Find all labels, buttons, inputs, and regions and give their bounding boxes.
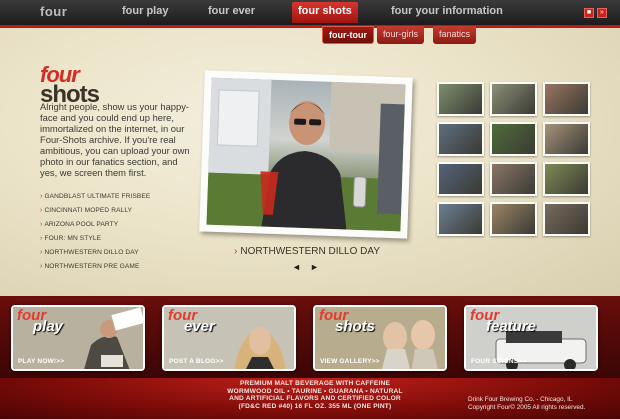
photo-thumbnail[interactable] <box>437 82 484 116</box>
nav-four-ever[interactable]: four ever <box>208 5 255 17</box>
tab-four-girls[interactable]: four-girls <box>377 26 425 44</box>
photo-thumbnail[interactable] <box>437 162 484 196</box>
arrow-icon: › <box>40 235 43 242</box>
feature-four-feature[interactable]: four feature FOUR SCIONS>> <box>464 305 598 371</box>
four-scions-link[interactable]: FOUR SCIONS>> <box>471 358 526 365</box>
event-item[interactable]: › NORTHWESTERN DILLO DAY <box>40 249 150 263</box>
view-gallery-link[interactable]: VIEW GALLERY>> <box>320 358 380 365</box>
nav-four-shots[interactable]: four shots <box>292 2 358 23</box>
feature-four-shots[interactable]: four shots VIEW GALLERY>> <box>313 305 447 371</box>
feature-four-ever[interactable]: four ever POST A BLOG>> <box>162 305 296 371</box>
copyright: Drink Four Brewing Co. - Chicago, IL Cop… <box>468 396 586 411</box>
photo-thumbnail[interactable] <box>490 162 537 196</box>
event-item[interactable]: › GANDBLAST ULTIMATE FRISBEE <box>40 193 150 207</box>
tab-four-tour[interactable]: four-tour <box>322 26 374 44</box>
arrow-icon: › <box>40 249 43 256</box>
intro-text: Alright people, show us your happy-face … <box>40 101 190 178</box>
next-photo-button[interactable]: ► <box>310 262 319 272</box>
photo-thumbnail[interactable] <box>543 82 590 116</box>
feature-title-line2: shots <box>335 318 376 335</box>
event-item[interactable]: › ARIZONA POOL PARTY <box>40 221 150 235</box>
four-shots-logo: four shots <box>40 64 100 107</box>
stop-icon[interactable]: ■ <box>584 8 594 18</box>
feature-four-play[interactable]: four play PLAY NOW!>> <box>11 305 145 371</box>
legal-text: PREMIUM MALT BEVERAGE WITH CAFFEINE WORM… <box>227 380 403 410</box>
arrow-icon: › <box>40 263 43 270</box>
post-a-blog-link[interactable]: POST A BLOG>> <box>169 358 224 365</box>
photo-thumbnail[interactable] <box>490 122 537 156</box>
arrow-icon: › <box>40 207 43 214</box>
event-item[interactable]: › CINCINNATI MOPED RALLY <box>40 207 150 221</box>
photo-scene <box>206 77 406 232</box>
arrow-icon: › <box>40 193 43 200</box>
feature-title-line2: feature <box>486 318 537 335</box>
featured-photo[interactable] <box>206 77 406 232</box>
nav-four-your-information[interactable]: four your information <box>391 5 503 17</box>
feature-title-line2: ever <box>184 318 215 335</box>
photo-thumbnail[interactable] <box>437 122 484 156</box>
forward-icon[interactable]: » <box>597 8 607 18</box>
event-item[interactable]: › FOUR: MN STYLE <box>40 235 150 249</box>
photo-thumbnail[interactable] <box>490 82 537 116</box>
featured-photo-frame <box>199 70 413 239</box>
top-nav: four four play four ever four shots four… <box>0 0 620 25</box>
event-list: › GANDBLAST ULTIMATE FRISBEE › CINCINNATI … <box>40 193 150 277</box>
play-now-link[interactable]: PLAY NOW!>> <box>18 358 64 365</box>
arrow-icon: › <box>40 221 43 228</box>
page: four four play four ever four shots four… <box>0 0 620 419</box>
arrow-icon: › <box>234 246 238 257</box>
event-item[interactable]: › NORTHWESTERN PRE GAME <box>40 263 150 277</box>
tab-fanatics[interactable]: fanatics <box>433 26 477 44</box>
photo-thumbnail[interactable] <box>490 202 537 236</box>
photo-thumbnail[interactable] <box>437 202 484 236</box>
feature-title-line2: play <box>33 318 64 335</box>
nav-four-play[interactable]: four play <box>122 5 168 17</box>
photo-thumbnail[interactable] <box>543 122 590 156</box>
photo-thumbnail[interactable] <box>543 162 590 196</box>
nav-logo[interactable]: four <box>40 4 67 19</box>
photo-caption: › NORTHWESTERN DILLO DAY <box>234 246 380 257</box>
prev-photo-button[interactable]: ◄ <box>292 262 301 272</box>
photo-thumbnail[interactable] <box>543 202 590 236</box>
